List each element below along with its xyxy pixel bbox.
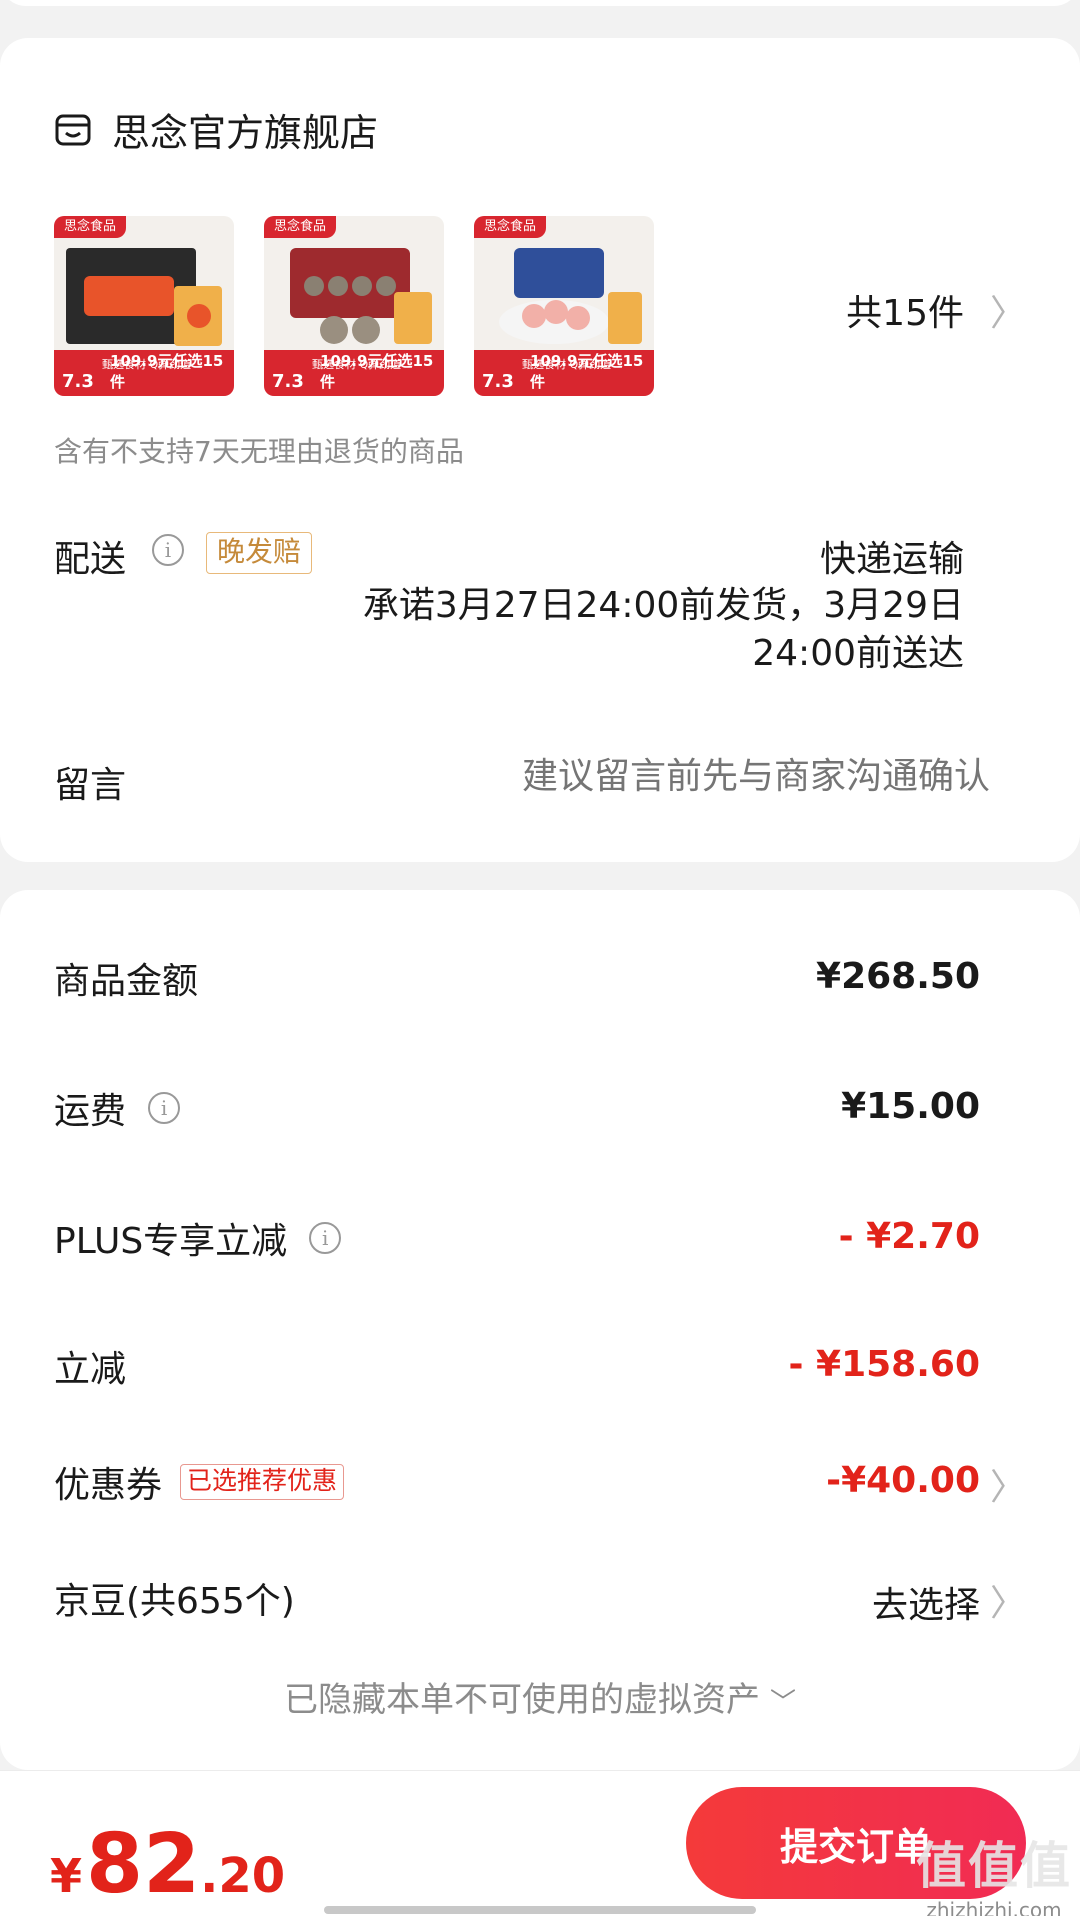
total-price: ¥ 82 .20 (50, 1817, 285, 1912)
message-label: 留言 (54, 765, 127, 806)
price-card (0, 890, 1080, 1770)
info-icon[interactable]: i (148, 1092, 181, 1124)
product-thumb[interactable]: 思念食品 甄选食材 Q弹劲道 7.3 109.9元任选15件 (264, 216, 444, 396)
chevron-right-icon: 〉 (989, 293, 1026, 334)
shop-name: 思念官方旗舰店 (112, 111, 379, 155)
freight-label: 运费 (54, 1091, 127, 1132)
jd-beans-label: 京豆(共655个) (54, 1581, 295, 1622)
late-compensation-tag: 晚发赔 (206, 532, 313, 574)
instant-discount-row: 立减 - ¥158.60 (54, 1340, 1080, 1400)
thumb-brand: 思念食品 (264, 216, 337, 238)
product-thumb[interactable]: 思念食品 甄选食材 Q弹劲道 7.3 109.9元任选15件 (54, 216, 234, 396)
shipping-info-icon-wrap[interactable]: i (152, 534, 184, 566)
currency-symbol: ¥ (50, 1849, 83, 1903)
shipping-method[interactable]: 快递运输 (820, 530, 964, 582)
home-indicator[interactable] (324, 1906, 756, 1914)
watermark-url: zhizhizhi.com (926, 1898, 1062, 1916)
hidden-assets-text: 已隐藏本单不可使用的虚拟资产 (283, 1680, 760, 1720)
instant-discount-value: - ¥158.60 (788, 1344, 980, 1385)
thumb-brand: 思念食品 (54, 216, 127, 238)
freight-value: ¥15.00 (841, 1086, 980, 1127)
store-icon (55, 114, 91, 145)
coupon-label-wrap: 优惠券 已选推荐优惠 (54, 1456, 345, 1508)
chevron-right-icon: 〉 (989, 1583, 1026, 1624)
thumb-price-a: 7.3 (272, 371, 304, 392)
info-icon[interactable]: i (309, 1222, 342, 1254)
thumb-brand: 思念食品 (474, 216, 547, 238)
coupon-label: 优惠券 (54, 1465, 163, 1506)
shipping-promise: 承诺3月27日24:00前发货，3月29日24:00前送达 (362, 585, 964, 674)
jd-beans-row[interactable]: 京豆(共655个) 去选择 〉 (54, 1572, 1080, 1632)
coupon-row[interactable]: 优惠券 已选推荐优惠 -¥40.00 〉 (54, 1456, 1080, 1516)
freight-row: 运费 i ¥15.00 (54, 1082, 1080, 1142)
order-confirm-page: 思念官方旗舰店 思念食品 甄选食材 Q弹劲道 7.3 109.9元任选15件 思… (0, 0, 1080, 1916)
instant-discount-label: 立减 (54, 1349, 127, 1390)
shop-card: 思念官方旗舰店 思念食品 甄选食材 Q弹劲道 7.3 109.9元任选15件 思… (0, 38, 1080, 862)
total-integer: 82 (86, 1817, 201, 1912)
product-image (499, 248, 642, 344)
items-count: 共15件 (846, 293, 964, 334)
plus-label-wrap: PLUS专享立减 i (54, 1212, 342, 1264)
plus-discount-value: - ¥2.70 (838, 1216, 980, 1257)
items-count-link[interactable]: 共15件 〉 (846, 284, 1026, 336)
coupon-recommend-tag: 已选推荐优惠 (180, 1464, 345, 1500)
plus-discount-row: PLUS专享立减 i - ¥2.70 (54, 1212, 1080, 1272)
message-input[interactable] (430, 756, 990, 797)
chevron-right-icon: 〉 (989, 1467, 1026, 1508)
hidden-assets-toggle[interactable]: 已隐藏本单不可使用的虚拟资产 ﹀ (0, 1672, 1080, 1721)
return-notice: 含有不支持7天无理由退货的商品 (54, 435, 464, 468)
watermark-logo: 值值值 (916, 1837, 1072, 1895)
product-thumb[interactable]: 思念食品 甄选食材 Q弹劲道 7.3 109.9元任选15件 (474, 216, 654, 396)
product-image (66, 248, 222, 346)
freight-label-wrap: 运费 i (54, 1082, 181, 1134)
product-image (290, 248, 432, 344)
chevron-down-icon: ﹀ (769, 1688, 796, 1718)
thumb-price-a: 7.3 (482, 371, 514, 392)
product-thumbnails[interactable]: 思念食品 甄选食材 Q弹劲道 7.3 109.9元任选15件 思念食品 甄选食材… (54, 216, 684, 396)
shipping-label: 配送 (54, 539, 127, 580)
thumb-price-b: 109.9元任选15件 (320, 352, 434, 391)
goods-amount-value: ¥268.50 (816, 956, 980, 997)
info-icon: i (152, 534, 184, 566)
thumb-price-a: 7.3 (62, 371, 94, 392)
previous-card-edge (0, 0, 1080, 6)
total-decimal: .20 (200, 1848, 286, 1904)
watermark: 值值值 zhizhizhi.com (916, 1826, 1072, 1916)
goods-amount-label: 商品金额 (54, 961, 199, 1002)
thumb-price-b: 109.9元任选15件 (530, 352, 644, 391)
coupon-value: -¥40.00 (826, 1460, 980, 1501)
goods-amount-row: 商品金额 ¥268.50 (54, 952, 1080, 1012)
jd-beans-value: 去选择 (871, 1585, 980, 1626)
plus-discount-label: PLUS专享立减 (54, 1221, 288, 1262)
shop-header[interactable]: 思念官方旗舰店 (54, 102, 378, 157)
thumb-price-b: 109.9元任选15件 (110, 352, 224, 391)
